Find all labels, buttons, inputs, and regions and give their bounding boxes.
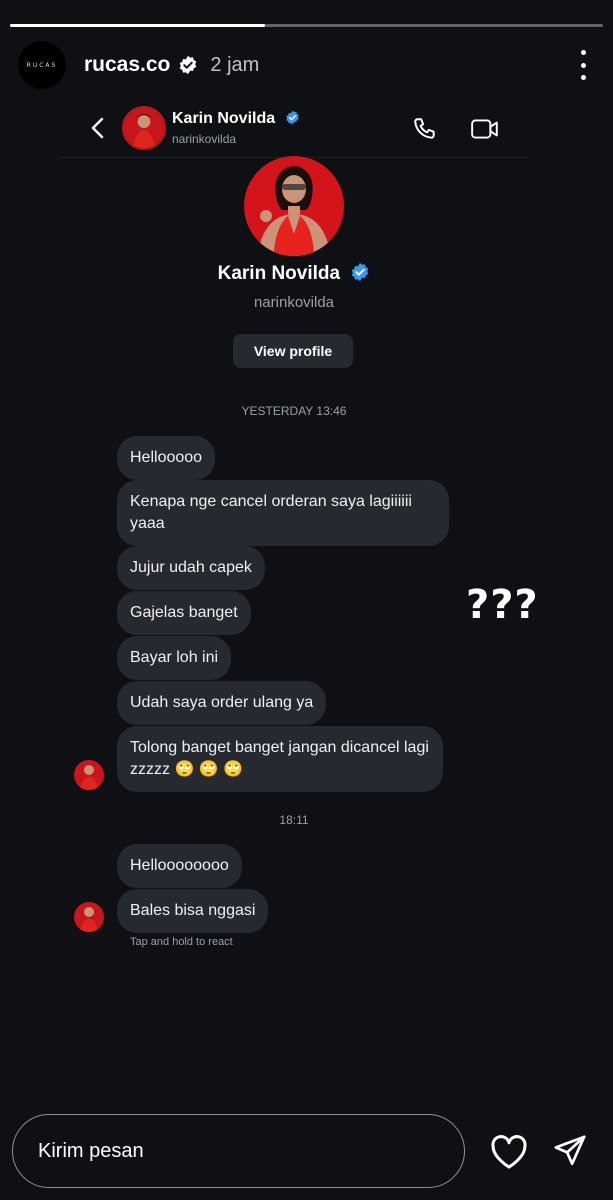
profile-handle: narinkovilda (253, 294, 335, 311)
message-bubble[interactable]: Udah saya order ulang ya (117, 681, 327, 725)
story-time: 2 jam (210, 53, 260, 76)
message-bubble[interactable]: Bayar loh ini (117, 636, 232, 680)
dm-header-avatar[interactable] (122, 106, 166, 150)
video-call-icon[interactable] (470, 116, 500, 142)
verified-badge-icon (180, 55, 197, 75)
story-avatar-logo: RUCAS (26, 61, 58, 69)
message-bubble[interactable]: Gajelas banget (117, 591, 251, 635)
message-bubble[interactable]: Jujur udah capek (117, 546, 265, 590)
dm-contact-name[interactable]: Karin Novilda (172, 110, 300, 128)
message-bubble[interactable]: Helloooooooo (117, 844, 242, 888)
react-hint: Tap and hold to react (130, 936, 233, 948)
dm-contact-name-text: Karin Novilda (172, 110, 276, 127)
question-marks-sticker: ??? (466, 582, 539, 628)
message-bubble[interactable]: Hellooooo (117, 436, 216, 480)
heart-like-icon[interactable] (490, 1134, 528, 1170)
more-options-icon[interactable] (571, 50, 595, 80)
back-arrow-icon[interactable] (88, 116, 108, 140)
phone-call-icon[interactable] (412, 116, 438, 142)
story-username[interactable]: rucas.co (84, 53, 170, 77)
sender-avatar[interactable] (74, 760, 104, 790)
verified-badge-icon (285, 110, 299, 125)
message-bubble[interactable]: Kenapa nge cancel orderan saya lagiiiiii… (117, 480, 449, 546)
profile-picture[interactable] (244, 156, 344, 256)
story-progress-bar (10, 24, 603, 27)
story-avatar[interactable]: RUCAS (18, 41, 66, 89)
message-timestamp: YESTERDAY 13:46 (241, 404, 347, 418)
message-bubble[interactable]: Bales bisa nggasi (117, 889, 269, 933)
reply-message-input[interactable] (12, 1114, 465, 1188)
profile-name: Karin Novilda (58, 262, 530, 285)
dm-screenshot: Karin Novilda narinkovilda Karin Novilda… (58, 96, 530, 966)
sender-avatar[interactable] (74, 902, 104, 932)
message-bubble[interactable]: Tolong banget banget jangan dicancel lag… (117, 726, 443, 792)
dm-contact-handle: narinkovilda (172, 132, 237, 146)
dm-header: Karin Novilda narinkovilda (58, 96, 530, 158)
message-timestamp: 18:11 (279, 813, 309, 827)
story-progress-fill (10, 24, 265, 27)
profile-name-text: Karin Novilda (217, 263, 341, 284)
send-message-icon[interactable] (552, 1134, 588, 1168)
view-profile-button[interactable]: View profile (233, 334, 353, 368)
verified-badge-icon (352, 262, 369, 282)
story-header: RUCAS rucas.co 2 jam (18, 40, 595, 90)
